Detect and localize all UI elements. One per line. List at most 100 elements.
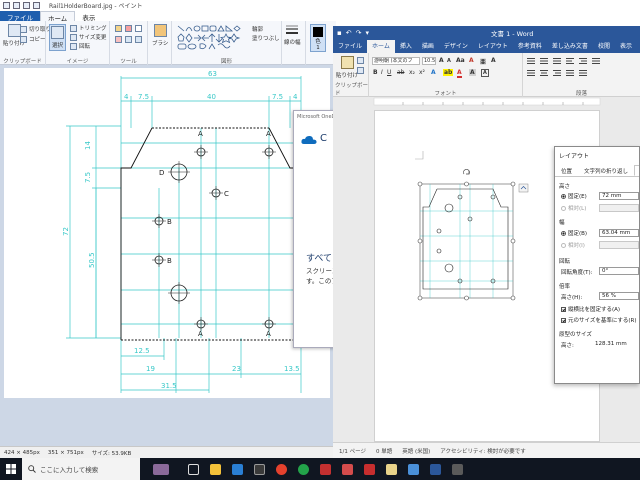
app-icon-2[interactable] [336, 458, 358, 480]
italic-icon[interactable]: I [381, 69, 383, 76]
undo-icon[interactable] [23, 2, 30, 9]
subscript-icon[interactable]: x₂ [409, 69, 415, 76]
underline-icon[interactable]: U [387, 69, 391, 76]
text-icon[interactable] [135, 25, 142, 32]
word-tab-references[interactable]: 参考資料 [513, 40, 547, 53]
pencil-icon[interactable] [115, 25, 122, 32]
font-name-box[interactable]: 游明朝 (本文のフ [372, 57, 420, 65]
paint-taskbar-icon[interactable] [380, 458, 402, 480]
width-fixed-input[interactable]: 63.04 mm [599, 229, 639, 237]
word-tab-draw[interactable]: 描画 [417, 40, 439, 53]
tab-text-wrapping[interactable]: 文字列の折り返し [578, 165, 634, 176]
redo-icon[interactable]: ↷ [356, 29, 362, 37]
paint-canvas[interactable]: 63 4 7.5 40 7.5 4 14 7.5 72 50.5 12.5 19… [4, 68, 330, 398]
word-tab-review[interactable]: 校閲 [593, 40, 615, 53]
accessibility-status[interactable]: アクセシビリティ: 検討が必要です [440, 447, 526, 455]
redo-icon[interactable] [33, 2, 40, 9]
eraser-icon[interactable] [115, 36, 122, 43]
crop-button[interactable]: トリミング [70, 24, 107, 32]
height-relative-option[interactable]: 相対(L) [561, 204, 586, 212]
word-tab-home[interactable]: ホーム [367, 40, 395, 53]
grow-font-icon[interactable]: A [439, 57, 444, 64]
word-taskbar-icon[interactable] [424, 458, 446, 480]
bold-icon[interactable]: B [373, 69, 378, 76]
brush-button[interactable]: ブラシ [152, 24, 168, 47]
tab-file[interactable]: ファイル [0, 11, 40, 22]
fill-dropdown[interactable]: 塗りつぶし [252, 34, 280, 42]
save-icon[interactable]: ▪ [337, 29, 342, 37]
font-size-box[interactable]: 10.5 [422, 57, 436, 65]
word-tab-view[interactable]: 表示 [615, 40, 637, 53]
explorer-icon[interactable] [204, 458, 226, 480]
rotate-handle-icon[interactable] [463, 169, 470, 175]
customize-icon[interactable]: ▾ [366, 29, 370, 37]
color-picker-icon[interactable] [125, 36, 132, 43]
app-icon-3[interactable] [358, 458, 380, 480]
layout-options-button[interactable] [518, 183, 529, 193]
word-tab-design[interactable]: デザイン [439, 40, 473, 53]
weather-widget-icon[interactable] [140, 458, 182, 480]
rotate-angle-input[interactable]: 0° [599, 267, 639, 275]
save-icon[interactable] [13, 2, 20, 9]
store-icon[interactable] [248, 458, 270, 480]
rotate-button[interactable]: 回転 [70, 42, 90, 50]
char-shading-icon[interactable]: A [469, 69, 476, 76]
undo-icon[interactable]: ↶ [346, 29, 352, 37]
resize-button[interactable]: サイズ変更 [70, 33, 106, 41]
shapes-group: 輪郭 塗りつぶし 図形 [172, 21, 282, 65]
chrome-icon[interactable] [270, 458, 292, 480]
linewidth-button[interactable]: 線の幅 [284, 24, 301, 46]
tab-size[interactable]: サ [634, 165, 639, 176]
line-width-icon [286, 25, 299, 34]
ruby-icon[interactable]: 亜 [480, 57, 486, 66]
scale-height-input[interactable]: 56 % [599, 292, 639, 300]
app-icon-4[interactable] [402, 458, 424, 480]
app-icon-5[interactable] [446, 458, 468, 480]
fill-bucket-icon[interactable] [125, 25, 132, 32]
word-count[interactable]: 0 単語 [376, 447, 392, 455]
scale-height-label: 高さ(H): [561, 295, 583, 301]
width-fixed-option[interactable]: 固定(B) [561, 229, 587, 237]
app-icon-1[interactable] [314, 458, 336, 480]
word-tab-file[interactable]: ファイル [333, 40, 367, 53]
mail-icon[interactable] [226, 458, 248, 480]
font-color-icon[interactable]: A [457, 69, 462, 78]
word-tab-layout[interactable]: レイアウト [473, 40, 513, 53]
start-button[interactable] [0, 458, 22, 480]
shapes-gallery[interactable] [176, 24, 248, 50]
lock-aspect-checkbox[interactable]: 縦横比を固定する(A) [561, 305, 620, 313]
tab-view[interactable]: 表示 [75, 11, 102, 22]
copy-button[interactable]: コピー [20, 35, 46, 43]
paragraph-tools[interactable] [527, 57, 635, 79]
change-case-icon[interactable]: Aa [456, 57, 465, 64]
strikethrough-icon[interactable]: ab [397, 69, 405, 76]
width-relative-option[interactable]: 相対(I) [561, 241, 585, 249]
text-effects-icon[interactable]: A [431, 69, 436, 76]
enclose-char-icon[interactable]: A [491, 57, 496, 64]
tab-home[interactable]: ホーム [40, 11, 76, 23]
taskbar-search[interactable]: ここに入力して検索 [22, 458, 140, 480]
outline-dropdown[interactable]: 輪郭 [252, 25, 263, 33]
height-fixed-input[interactable]: 72 mm [599, 192, 639, 200]
relative-original-checkbox[interactable]: 元のサイズを基準にする(R) [561, 316, 637, 324]
task-view-icon[interactable] [182, 458, 204, 480]
copy-icon[interactable] [357, 67, 364, 74]
onedrive-popup[interactable]: Microsoft OneDrive C すべて スクリーン す。このア [293, 110, 337, 348]
superscript-icon[interactable]: x² [419, 69, 425, 76]
char-border-icon[interactable]: A [481, 69, 489, 77]
highlight-icon[interactable]: ab [443, 69, 454, 76]
word-tab-insert[interactable]: 挿入 [395, 40, 417, 53]
edge-icon[interactable] [292, 458, 314, 480]
shrink-font-icon[interactable]: A [447, 58, 451, 64]
magnifier-icon[interactable] [135, 36, 142, 43]
height-fixed-option[interactable]: 固定(E) [561, 192, 587, 200]
page-count[interactable]: 1/1 ページ [339, 447, 366, 455]
word-tab-mailings[interactable]: 差し込み文書 [547, 40, 593, 53]
clear-format-icon[interactable]: A [469, 57, 474, 64]
language[interactable]: 英語 (米国) [402, 447, 430, 455]
cut-icon[interactable] [357, 57, 364, 64]
word-paste-button[interactable]: 貼り付け [336, 56, 358, 79]
color1-button[interactable]: 色 1 [310, 24, 326, 52]
select-button[interactable]: 選択 [49, 24, 66, 51]
tab-position[interactable]: 位置 [555, 165, 578, 176]
